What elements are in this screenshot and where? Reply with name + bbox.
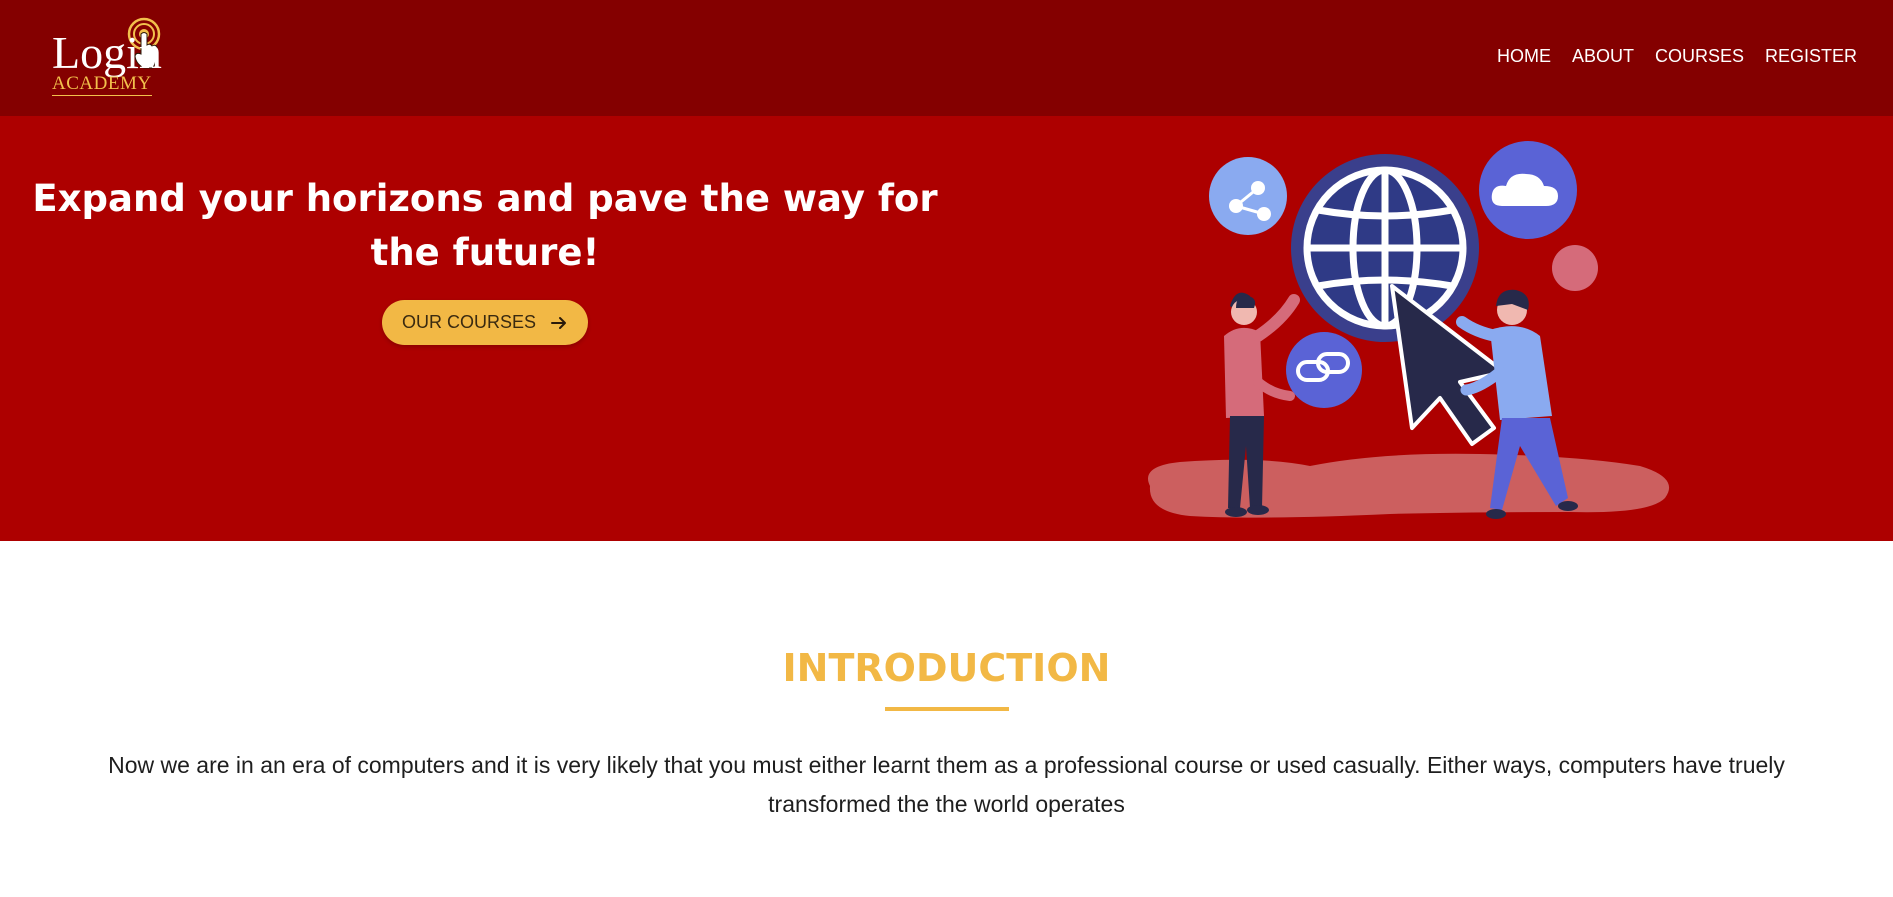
page: Login ACADEMY HOME ABOUT COURSES REGISTE… [0, 0, 1893, 897]
hero-title: Expand your horizons and pave the way fo… [32, 177, 938, 274]
globe-icon [1291, 154, 1479, 342]
share-bubble-icon [1209, 157, 1287, 235]
logo-text: Login [52, 27, 162, 78]
main-nav: HOME ABOUT COURSES REGISTER [1497, 44, 1857, 68]
our-courses-button[interactable]: OUR COURSES [382, 300, 588, 345]
cta-label: OUR COURSES [401, 312, 536, 332]
logo-subtext: ACADEMY [52, 73, 152, 96]
arrow-right-icon [551, 316, 566, 329]
intro-underline [885, 707, 1009, 711]
intro-body: Now we are in an era of computers and it… [108, 752, 1785, 817]
nav-register[interactable]: REGISTER [1765, 44, 1857, 68]
cloud-bubble-icon [1479, 141, 1577, 239]
hero-section: Expand your horizons and pave the way fo… [0, 116, 1893, 541]
nav-home[interactable]: HOME [1497, 44, 1551, 68]
link-bubble-icon [1286, 332, 1362, 408]
pink-dot [1552, 245, 1598, 291]
navbar: Login ACADEMY HOME ABOUT COURSES REGISTE… [0, 0, 1893, 116]
nav-courses[interactable]: COURSES [1655, 44, 1744, 68]
hero-illustration [1148, 141, 1670, 519]
ground-shape [1148, 453, 1670, 518]
intro-title: INTRODUCTION [782, 646, 1111, 690]
site-logo[interactable]: Login ACADEMY [50, 16, 200, 98]
nav-about[interactable]: ABOUT [1572, 44, 1634, 68]
